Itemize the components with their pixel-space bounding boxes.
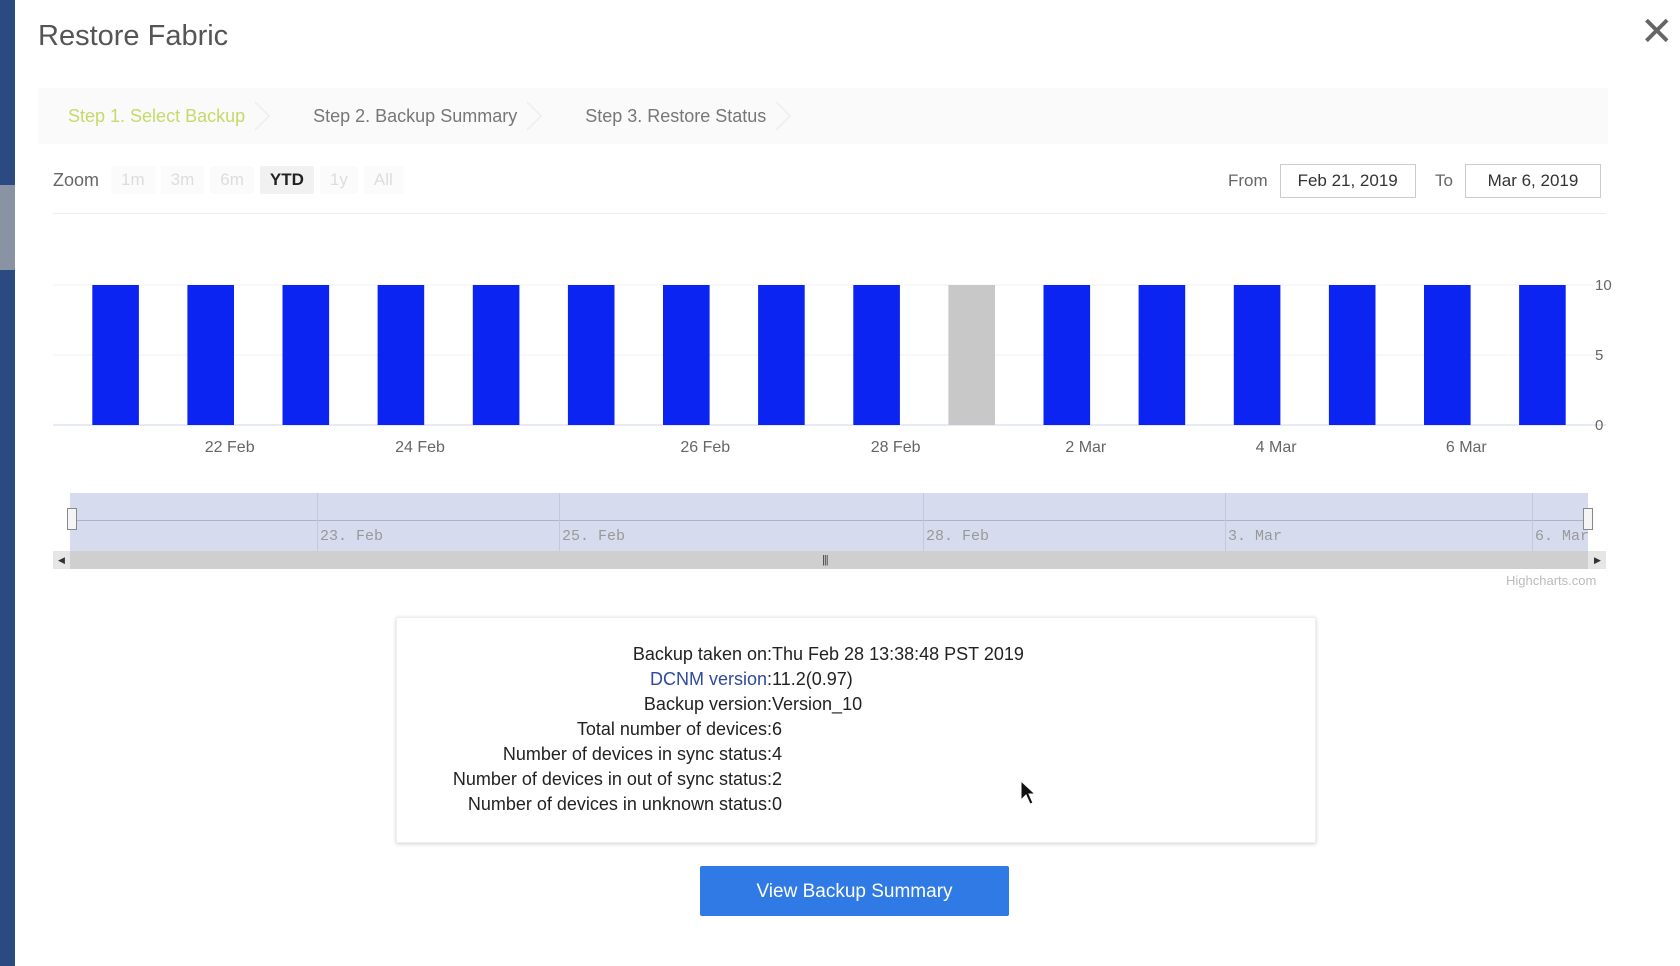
info-key: Backup taken on [632, 644, 767, 664]
y-tick-label: 0 [1595, 417, 1603, 434]
x-tick-label: 2 Mar [1065, 439, 1107, 456]
info-row: Number of devices in out of sync status … [397, 767, 1315, 792]
info-row: Number of devices in unknown status :0 [397, 792, 1315, 817]
chart-bar[interactable] [377, 285, 425, 425]
chart-bar[interactable] [567, 285, 615, 425]
backup-info-panel: Backup taken on :Thu Feb 28 13:38:48 PST… [396, 617, 1316, 843]
chart-bar[interactable] [853, 285, 900, 425]
chart-bar[interactable] [1138, 285, 1186, 425]
chart-bar[interactable] [1328, 285, 1376, 425]
chart-bar[interactable] [187, 285, 234, 425]
info-value: :11.2(0.97) [767, 669, 853, 689]
scroll-right-arrow-icon[interactable]: ▶ [1589, 551, 1606, 569]
x-tick-label: 28 Feb [871, 439, 921, 456]
mouse-pointer-icon [1020, 780, 1036, 805]
scrollbar-grip-icon: ||| [822, 554, 829, 566]
backup-bar-chart: 10 5 0 22 Feb 24 Feb 26 Feb 28 Feb 2 Mar 4 Mar 6 … [53, 277, 1612, 456]
view-backup-summary-button[interactable]: View Backup Summary [700, 866, 1009, 916]
info-value: :0 [767, 794, 783, 814]
navigator-tick [559, 493, 560, 551]
info-key: Total number of devices [576, 719, 767, 739]
chart-bar[interactable] [758, 285, 805, 425]
info-row: Backup version :Version_10 [397, 692, 1315, 717]
navigator-series-line [70, 520, 1588, 521]
info-value: :2 [767, 769, 783, 789]
navigator-tick-label: 23. Feb [320, 528, 384, 545]
chart-credits: Highcharts.com [1506, 573, 1597, 588]
navigator-tick [923, 493, 924, 551]
navigator-tick [317, 493, 318, 551]
navigator-tick-label: 28. Feb [926, 528, 990, 545]
navigator-left-handle[interactable] [67, 508, 77, 530]
info-value: :6 [767, 719, 783, 739]
chart-bar[interactable] [472, 285, 520, 425]
scroll-left-arrow-icon[interactable]: ◀ [53, 551, 70, 569]
navigator-tick [1225, 493, 1226, 551]
chart-bar[interactable] [948, 285, 995, 425]
chart-bar[interactable] [1424, 285, 1471, 425]
chart-bar[interactable] [1233, 285, 1281, 425]
x-tick-label: 22 Feb [205, 439, 255, 456]
info-value: :4 [767, 744, 783, 764]
info-value: :Thu Feb 28 13:38:48 PST 2019 [767, 644, 1024, 664]
info-key: DCNM version [649, 669, 767, 689]
chart-bar[interactable] [92, 285, 139, 425]
info-row: Number of devices in sync status :4 [397, 742, 1315, 767]
info-row: Backup taken on :Thu Feb 28 13:38:48 PST… [397, 642, 1315, 667]
navigator-tick-label: 25. Feb [562, 528, 626, 545]
navigator-selection[interactable] [70, 493, 1588, 551]
scrollbar-thumb[interactable] [70, 551, 1588, 569]
navigator-right-handle[interactable] [1583, 508, 1593, 530]
info-key: Number of devices in unknown status [467, 794, 767, 814]
info-key: Number of devices in out of sync status [452, 769, 767, 789]
info-key: Backup version [643, 694, 767, 714]
x-tick-label: 6 Mar [1446, 439, 1488, 456]
x-tick-label: 4 Mar [1256, 439, 1298, 456]
x-tick-label: 24 Feb [395, 439, 445, 456]
chart-bar[interactable] [282, 285, 330, 425]
navigator-tick [1532, 493, 1533, 551]
y-tick-label: 10 [1595, 277, 1612, 294]
info-key: Number of devices in sync status [502, 744, 767, 764]
chart-bar[interactable] [1043, 285, 1091, 425]
chart-bar[interactable] [663, 285, 710, 425]
info-row: DCNM version :11.2(0.97) [397, 667, 1315, 692]
info-value: :Version_10 [767, 694, 863, 714]
y-tick-label: 5 [1595, 347, 1603, 364]
info-row: Total number of devices :6 [397, 717, 1315, 742]
navigator-tick-label: 3. Mar [1228, 528, 1283, 545]
navigator-tick-label: 6. Mar [1535, 528, 1590, 545]
x-tick-label: 26 Feb [680, 439, 730, 456]
chart-bar[interactable] [1519, 285, 1566, 425]
